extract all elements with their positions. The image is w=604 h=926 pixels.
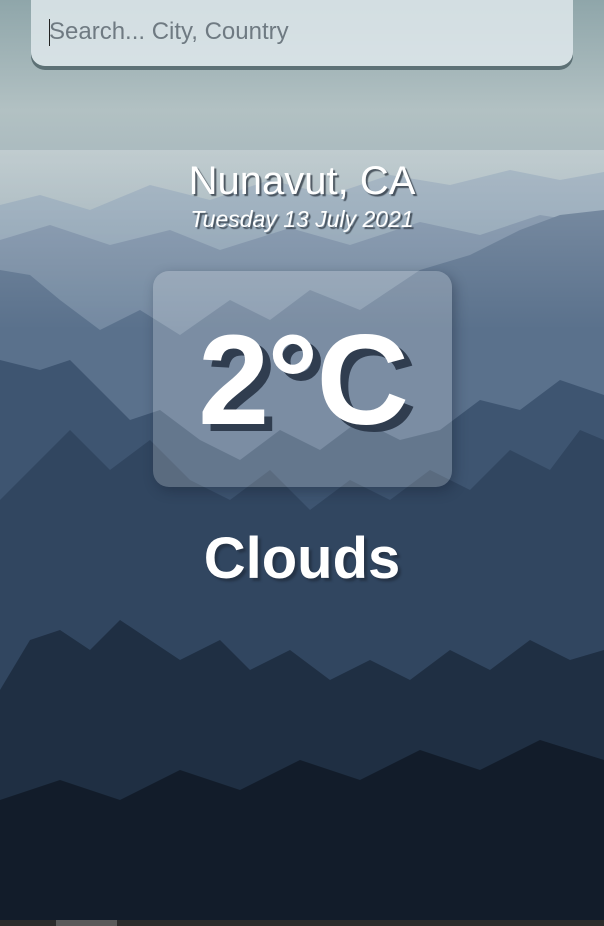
temperature-value: 2°C [198, 309, 409, 452]
weather-app: Nunavut, CA Tuesday 13 July 2021 2°C Clo… [0, 0, 604, 926]
current-date: Tuesday 13 July 2021 [190, 206, 414, 232]
text-cursor [49, 19, 50, 46]
search-bar [31, 0, 573, 66]
weather-condition: Clouds [203, 526, 401, 591]
horizontal-scrollbar[interactable] [0, 920, 604, 926]
scrollbar-thumb[interactable] [56, 920, 117, 926]
location-title: Nunavut, CA [188, 159, 416, 203]
search-input[interactable] [49, 12, 549, 52]
temperature-card: 2°C [153, 271, 452, 487]
